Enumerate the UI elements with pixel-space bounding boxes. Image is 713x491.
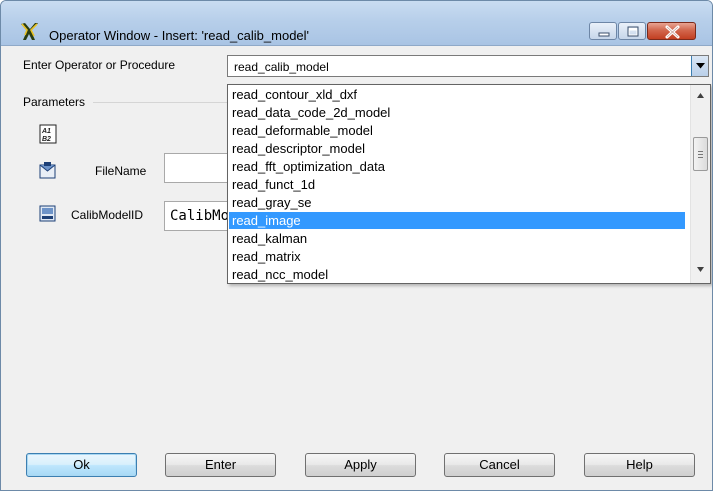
list-item[interactable]: read_kalman: [229, 230, 685, 247]
halcon-app-icon: [21, 23, 38, 40]
scroll-up-icon[interactable]: [697, 93, 704, 98]
list-item[interactable]: read_data_code_2d_model: [229, 104, 685, 121]
svg-text:B2: B2: [42, 136, 51, 143]
close-button[interactable]: [647, 22, 696, 40]
parameters-divider: [93, 102, 233, 103]
operator-combobox[interactable]: read_calib_model: [227, 55, 709, 77]
operator-label: Enter Operator or Procedure: [23, 58, 176, 72]
calib-model-id-label: CalibModelID: [71, 208, 144, 222]
input-parameter-icon: [39, 162, 56, 179]
cancel-button[interactable]: Cancel: [444, 453, 555, 477]
parameter-list-icon[interactable]: A1 B2: [39, 124, 57, 144]
maximize-icon: [627, 26, 639, 37]
operator-window: Operator Window - Insert: 'read_calib_mo…: [0, 0, 713, 491]
calib-model-id-input[interactable]: CalibModelID: [164, 201, 234, 231]
operator-combobox-value: read_calib_model: [234, 60, 329, 74]
list-item[interactable]: read_deformable_model: [229, 122, 685, 139]
scrollbar-thumb[interactable]: [693, 137, 708, 171]
list-item[interactable]: read_descriptor_model: [229, 140, 685, 157]
filename-input[interactable]: [164, 153, 234, 183]
window-title: Operator Window - Insert: 'read_calib_mo…: [49, 28, 310, 43]
filename-label: FileName: [95, 164, 147, 178]
title-bar[interactable]: Operator Window - Insert: 'read_calib_mo…: [1, 1, 712, 46]
output-parameter-icon: [39, 205, 56, 222]
list-item[interactable]: read_fft_optimization_data: [229, 158, 685, 175]
operator-dropdown-list[interactable]: read_contour_xld_dxf read_data_code_2d_m…: [227, 84, 711, 284]
list-item[interactable]: read_gray_se: [229, 194, 685, 211]
apply-button[interactable]: Apply: [305, 453, 416, 477]
close-icon: [665, 25, 680, 39]
enter-button[interactable]: Enter: [165, 453, 276, 477]
combobox-dropdown-button[interactable]: [691, 56, 708, 76]
ok-button[interactable]: Ok: [26, 453, 137, 477]
list-item[interactable]: read_funct_1d: [229, 176, 685, 193]
list-item-selected[interactable]: read_image: [229, 212, 685, 229]
chevron-down-icon: [696, 63, 705, 69]
list-item[interactable]: read_contour_xld_dxf: [229, 86, 685, 103]
minimize-button[interactable]: [589, 22, 617, 40]
maximize-button[interactable]: [618, 22, 646, 40]
parameters-section-label: Parameters: [23, 95, 86, 109]
list-item[interactable]: read_matrix: [229, 248, 685, 265]
minimize-icon: [598, 32, 610, 37]
svg-text:A1: A1: [41, 128, 51, 135]
list-item[interactable]: read_ncc_model: [229, 266, 685, 283]
scroll-down-icon[interactable]: [697, 267, 704, 272]
help-button[interactable]: Help: [584, 453, 695, 477]
dropdown-scrollbar[interactable]: [690, 85, 710, 283]
